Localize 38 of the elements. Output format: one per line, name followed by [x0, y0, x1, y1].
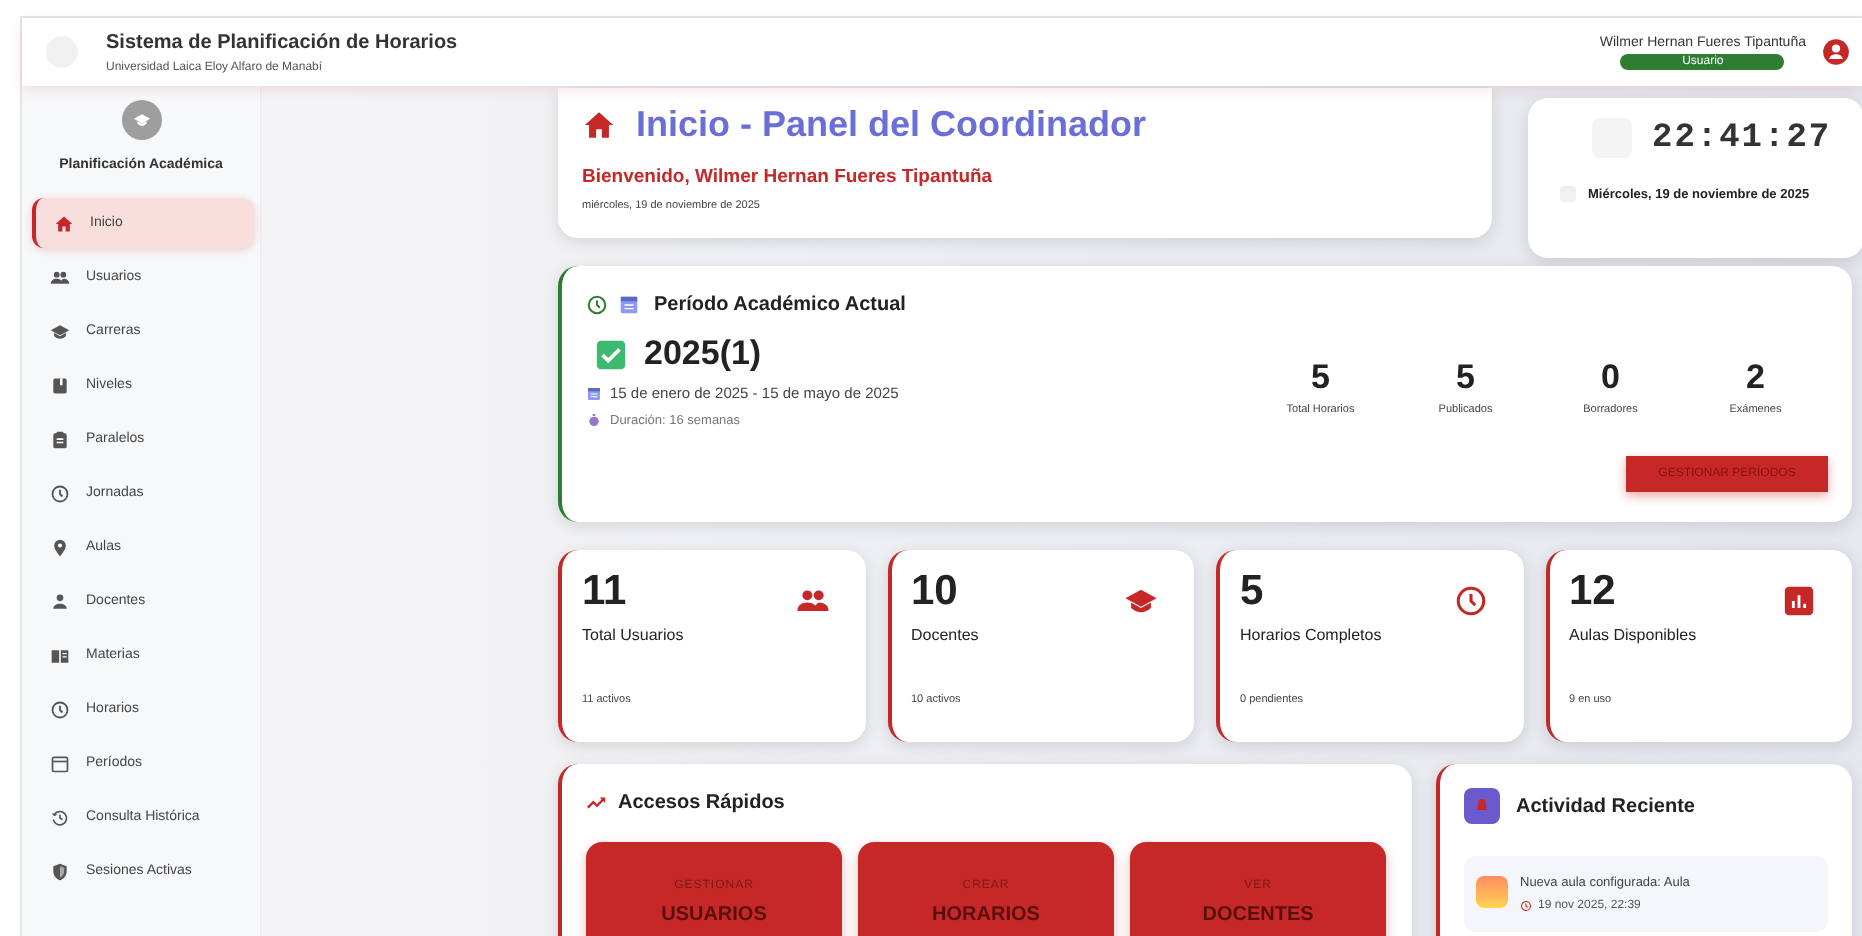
home-icon [582, 108, 616, 142]
greeting-text: Bienvenido, Wilmer Hernan Fueres Tipantuña [582, 166, 995, 188]
section-title: Accesos Rápidos [618, 792, 785, 814]
stat-label: Total Usuarios [582, 626, 686, 644]
bell-icon [1464, 788, 1500, 824]
book-icon [50, 375, 70, 395]
bar-chart-icon [1782, 584, 1816, 618]
stat-value: 11 [582, 568, 627, 616]
open-book-icon [50, 645, 70, 665]
graduation-cap-icon [1124, 584, 1158, 618]
stat-value: 2 [1744, 358, 1767, 398]
stat-value: 5 [1309, 358, 1332, 398]
app-title: Sistema de Planificación de Horarios [106, 31, 460, 53]
shield-icon [50, 861, 70, 881]
page-title: Inicio - Panel del Coordinador [636, 104, 1147, 146]
stat-label: Horarios Completos [1240, 626, 1384, 644]
stat-value: 0 [1599, 358, 1622, 398]
stat-value: 5 [1240, 568, 1264, 616]
person-icon [50, 591, 70, 611]
stopwatch-icon [586, 412, 602, 428]
people-icon [50, 267, 70, 287]
stat-value: 12 [1569, 568, 1616, 616]
history-icon [50, 807, 70, 827]
period-name: 2025(1) [644, 334, 762, 374]
section-title: Período Académico Actual [654, 294, 906, 316]
stat-label: Aulas Disponibles [1569, 626, 1699, 644]
graduation-cap-icon [50, 321, 70, 341]
clipboard-icon [50, 429, 70, 449]
trend-icon [586, 792, 608, 814]
home-icon [54, 213, 74, 233]
stat-value: 5 [1454, 358, 1477, 398]
checkmark-icon [594, 337, 628, 371]
user-avatar-icon [1822, 38, 1850, 66]
stat-value: 10 [911, 568, 958, 616]
clock-time: 22:41:27 [1652, 119, 1832, 157]
section-title: Actividad Reciente [1516, 795, 1695, 817]
location-pin-icon [50, 537, 70, 557]
stat-label: Docentes [911, 626, 981, 644]
